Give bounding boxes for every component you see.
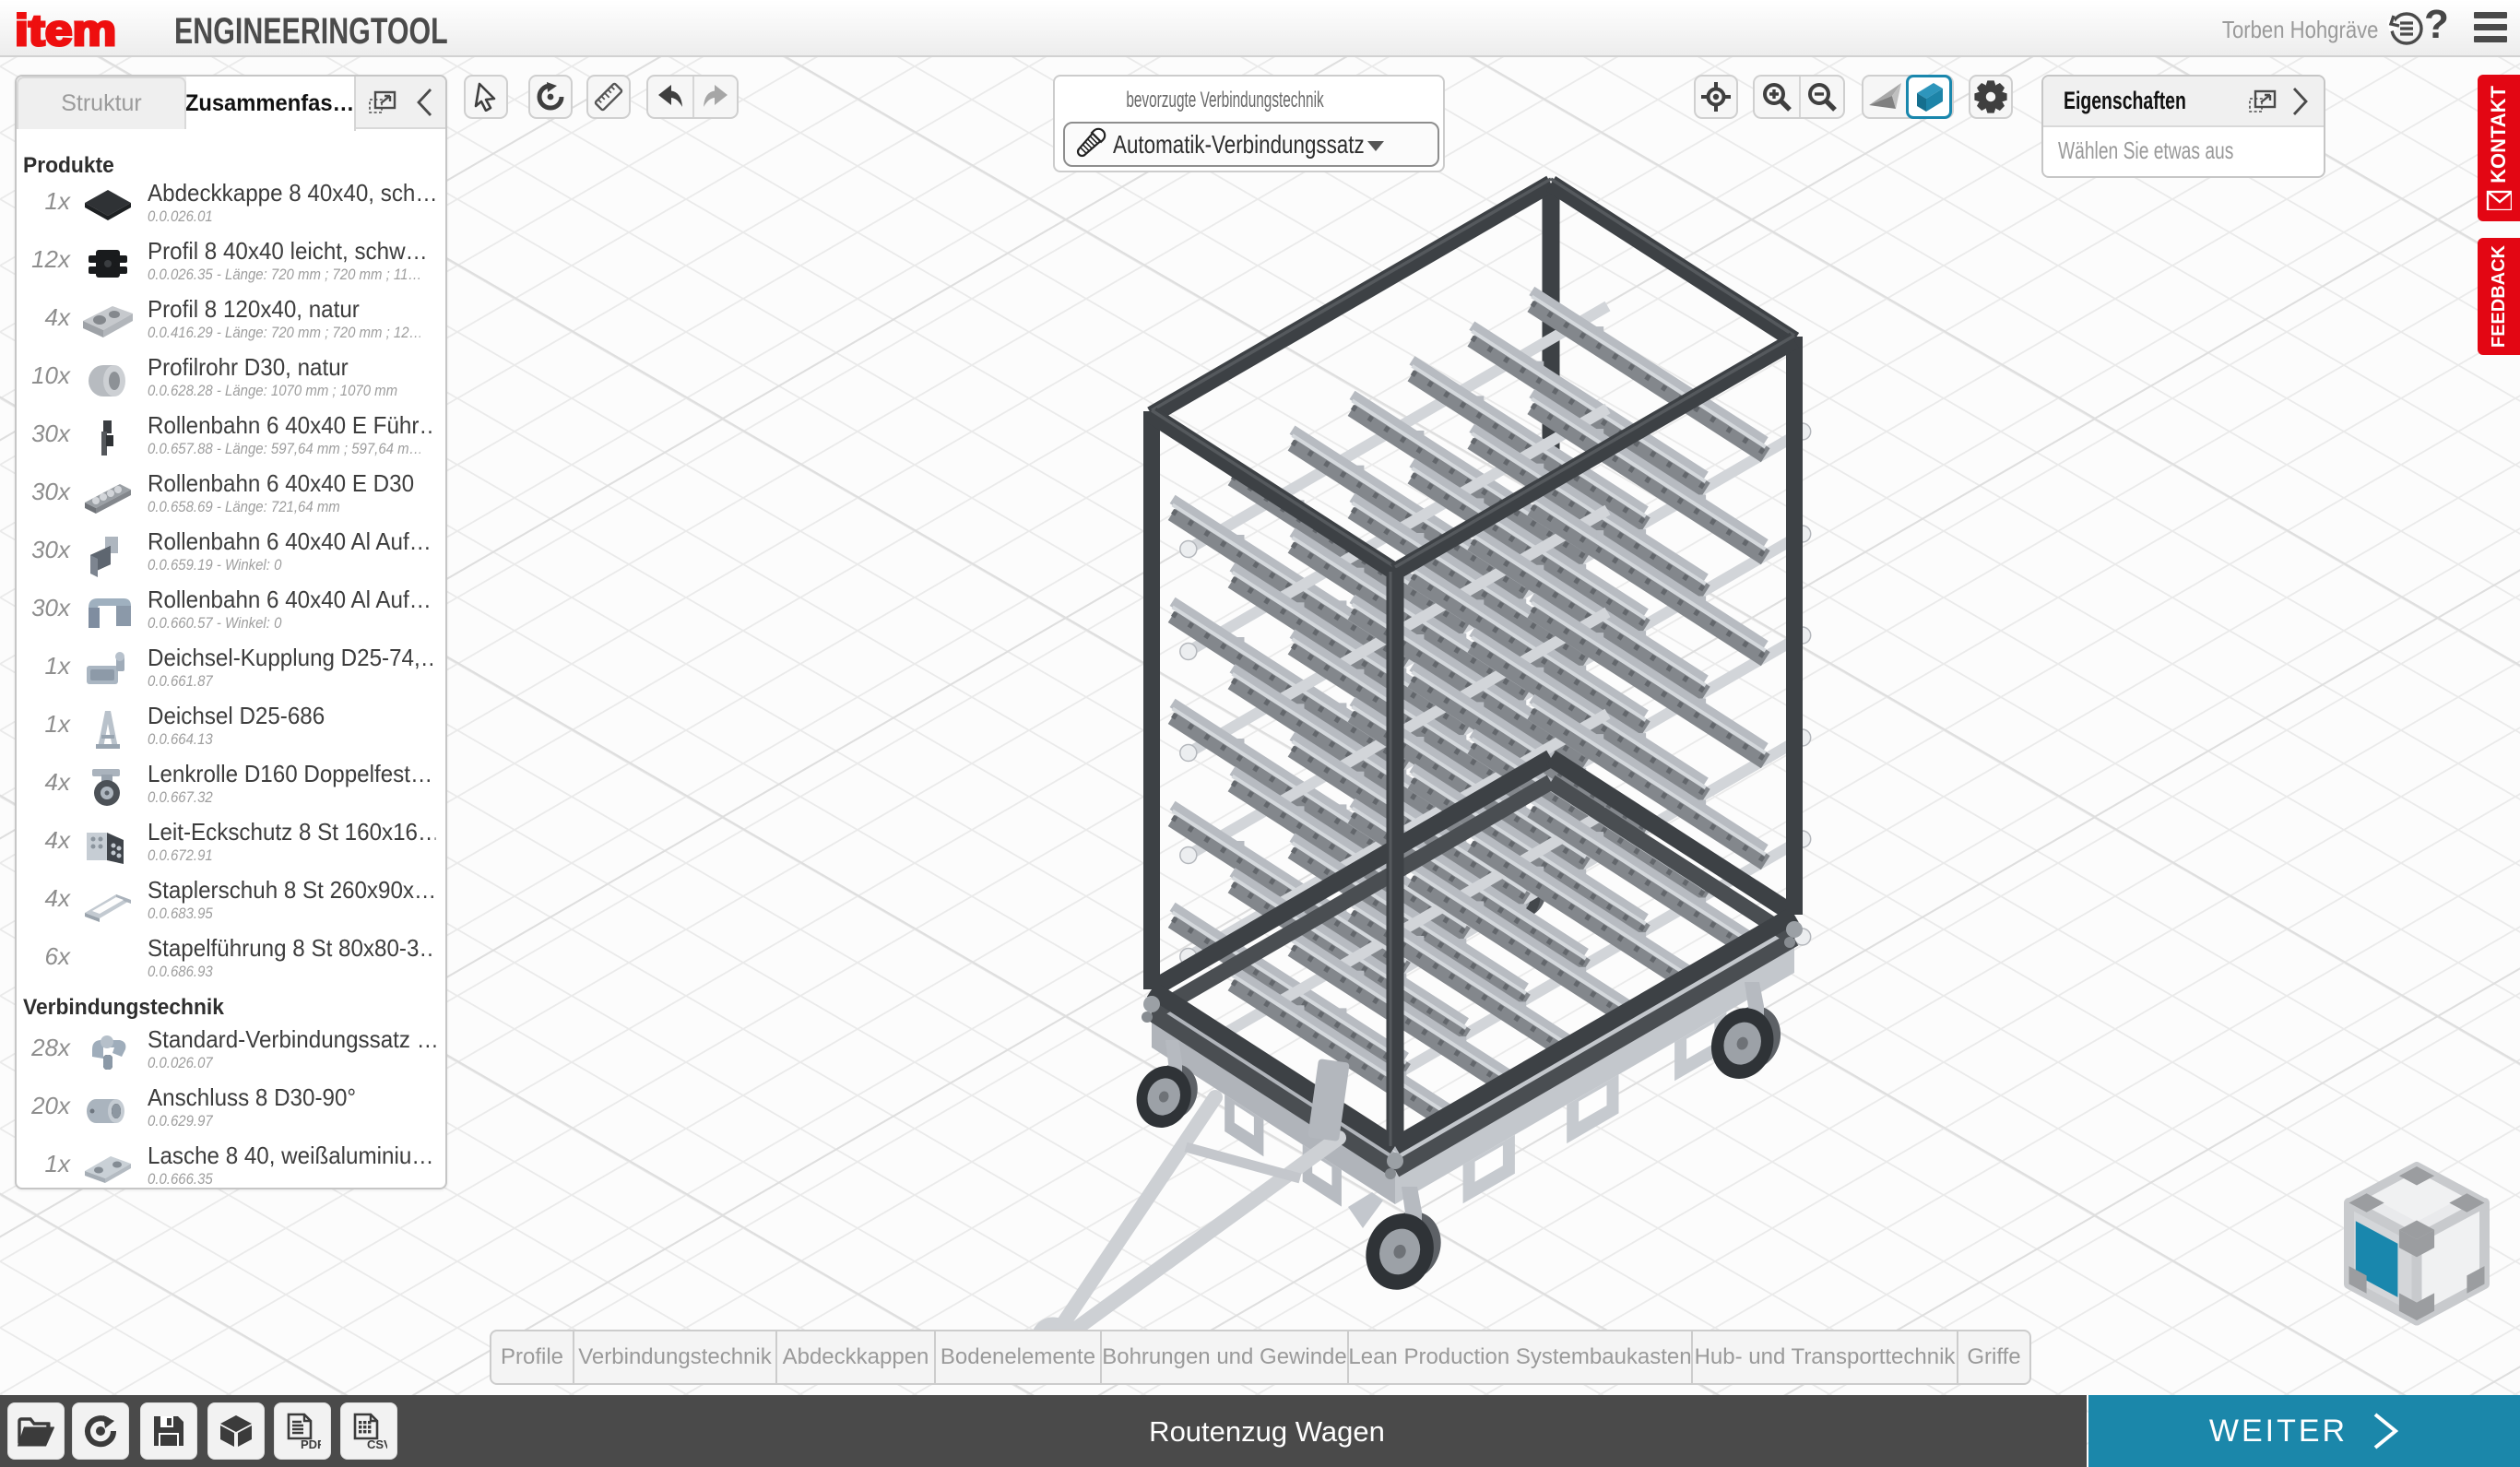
svg-text:CSV: CSV	[367, 1437, 387, 1449]
svg-text:PDF: PDF	[301, 1437, 321, 1449]
